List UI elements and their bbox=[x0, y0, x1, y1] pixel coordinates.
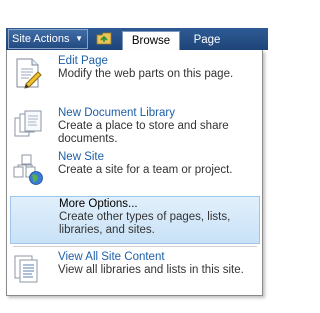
menu-item-new-site[interactable]: New Site Create a site for a team or pro… bbox=[10, 150, 260, 198]
site-actions-menu: Edit Page Modify the web parts on this p… bbox=[6, 50, 263, 296]
menu-item-title: New Document Library bbox=[58, 107, 175, 119]
tab-browse-label: Browse bbox=[131, 35, 171, 47]
menu-item-description: Create other types of pages, lists, libr… bbox=[59, 211, 231, 236]
view-all-site-content-icon bbox=[14, 255, 38, 283]
site-actions-label: Site Actions bbox=[12, 33, 70, 45]
menu-item-title: New Site bbox=[58, 151, 105, 163]
menu-item-title: More Options... bbox=[59, 198, 138, 210]
chevron-down-icon: ▼ bbox=[75, 34, 83, 43]
menu-item-view-all-site-content[interactable]: View All Site Content View all libraries… bbox=[10, 250, 260, 298]
menu-item-more-options[interactable]: More Options... Create other types of pa… bbox=[10, 196, 260, 244]
site-actions-button[interactable]: Site Actions ▼ bbox=[8, 29, 88, 49]
tab-page-label: Page bbox=[193, 34, 221, 46]
menu-item-title: Edit Page bbox=[58, 55, 108, 67]
navigate-up-icon[interactable] bbox=[96, 31, 112, 45]
menu-item-description: Create a place to store and share docume… bbox=[58, 120, 229, 145]
tab-browse[interactable]: Browse bbox=[122, 31, 180, 50]
menu-item-description: View all libraries and lists in this sit… bbox=[58, 264, 244, 276]
new-document-library-icon bbox=[14, 110, 42, 137]
ribbon: Site Actions ▼ Browse Page bbox=[0, 0, 268, 50]
edit-page-icon bbox=[16, 58, 42, 89]
menu-item-new-document-library[interactable]: New Document Library Create a place to s… bbox=[10, 106, 260, 154]
menu-divider bbox=[13, 246, 257, 247]
menu-item-description: Modify the web parts on this page. bbox=[58, 68, 234, 80]
menu-item-description: Create a site for a team or project. bbox=[58, 164, 233, 176]
menu-item-edit-page[interactable]: Edit Page Modify the web parts on this p… bbox=[10, 54, 260, 102]
menu-item-title: View All Site Content bbox=[58, 251, 165, 263]
tab-page[interactable]: Page bbox=[188, 31, 226, 50]
new-site-icon bbox=[13, 154, 43, 185]
